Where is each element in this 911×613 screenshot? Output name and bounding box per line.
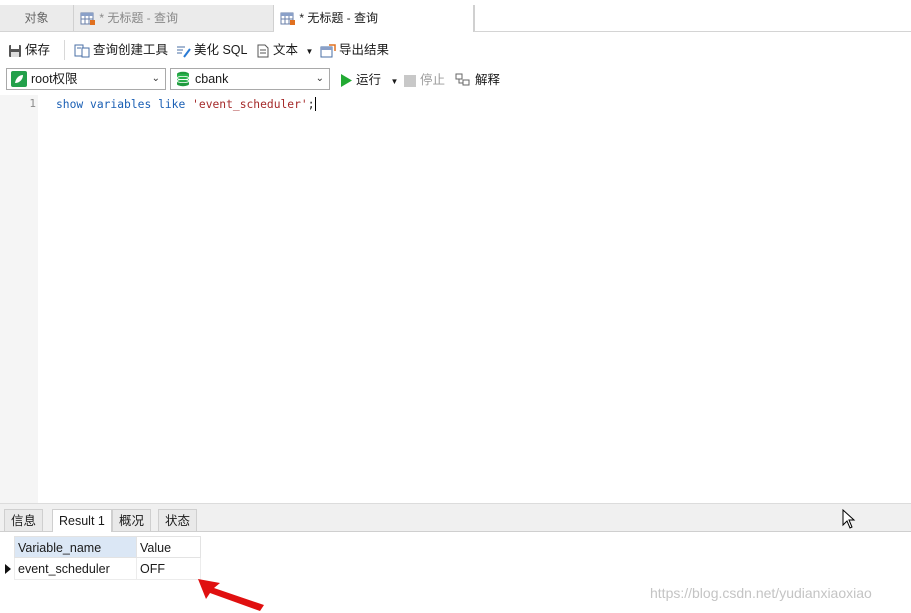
database-select[interactable]: cbank ⌄ bbox=[170, 68, 330, 90]
beautify-sql-button[interactable]: 美化 SQL bbox=[175, 40, 248, 60]
sql-code-line[interactable]: show variables like 'event_scheduler'; bbox=[56, 97, 316, 111]
beautify-brush-icon bbox=[177, 46, 191, 58]
table-cell[interactable]: event_scheduler bbox=[14, 558, 137, 580]
save-button[interactable]: 保存 bbox=[8, 40, 50, 60]
tab-result-1[interactable]: Result 1 bbox=[52, 509, 112, 532]
watermark-text: https://blog.csdn.net/yudianxiaoxiao bbox=[650, 585, 872, 601]
tab-query-untitled-2[interactable]: * 无标题 - 查询 bbox=[274, 5, 474, 32]
tab-label: * 无标题 - 查询 bbox=[299, 11, 379, 25]
export-results-button[interactable]: 导出结果 bbox=[320, 40, 389, 60]
connection-bar: root权限 ⌄ cbank ⌄ 运行 ▼ 停止 解释 bbox=[0, 66, 911, 94]
save-label: 保存 bbox=[25, 43, 51, 57]
tab-label: * 无标题 - 查询 bbox=[99, 11, 179, 25]
connection-value: root权限 bbox=[31, 72, 78, 86]
result-tab-bar: 信息 Result 1 概况 状态 bbox=[0, 507, 911, 532]
toolbar-divider bbox=[64, 40, 65, 60]
mouse-cursor-icon bbox=[842, 509, 856, 529]
connection-select[interactable]: root权限 ⌄ bbox=[6, 68, 166, 90]
database-value: cbank bbox=[195, 72, 229, 86]
annotation-arrow-icon bbox=[198, 579, 264, 611]
table-query-icon bbox=[280, 12, 295, 25]
tab-objects[interactable]: 对象 bbox=[0, 5, 74, 31]
tab-bar-empty-area bbox=[474, 5, 911, 31]
explain-icon bbox=[455, 73, 470, 86]
column-header-value[interactable]: Value bbox=[137, 536, 201, 558]
database-icon bbox=[176, 71, 190, 87]
sql-terminator: ; bbox=[307, 98, 315, 111]
document-tab-bar: 对象 * 无标题 - 查询 * 无标题 - 查询 bbox=[0, 5, 911, 32]
export-results-label: 导出结果 bbox=[339, 43, 390, 57]
chevron-down-icon: ⌄ bbox=[151, 73, 160, 84]
play-icon bbox=[341, 74, 352, 87]
text-menu-button[interactable]: 文本 ▼ bbox=[256, 40, 313, 60]
stop-button[interactable]: 停止 bbox=[404, 71, 445, 89]
current-row-marker-icon bbox=[5, 564, 11, 574]
run-label: 运行 bbox=[356, 73, 382, 87]
table-query-icon bbox=[80, 12, 95, 25]
save-icon bbox=[9, 45, 21, 57]
line-number: 1 bbox=[29, 97, 36, 110]
sql-keyword: show bbox=[56, 98, 84, 111]
stop-label: 停止 bbox=[420, 73, 446, 87]
tab-profile[interactable]: 概况 bbox=[112, 509, 152, 531]
query-builder-button[interactable]: 查询创建工具 bbox=[74, 40, 168, 60]
dropdown-arrow-icon: ▼ bbox=[305, 47, 314, 56]
dropdown-arrow-icon[interactable]: ▼ bbox=[391, 77, 399, 86]
tab-status[interactable]: 状态 bbox=[158, 509, 198, 531]
query-builder-icon bbox=[74, 44, 90, 58]
sql-keyword: variables bbox=[90, 98, 152, 111]
text-menu-label: 文本 bbox=[273, 43, 299, 57]
text-caret bbox=[314, 97, 316, 111]
chevron-down-icon: ⌄ bbox=[315, 73, 324, 84]
sql-keyword: like bbox=[158, 98, 186, 111]
sql-editor[interactable]: 1 show variables like 'event_scheduler'; bbox=[0, 95, 911, 503]
text-document-icon bbox=[257, 44, 269, 58]
connection-leaf-icon bbox=[11, 71, 27, 87]
query-builder-label: 查询创建工具 bbox=[93, 43, 169, 57]
run-button[interactable]: 运行 ▼ bbox=[340, 71, 398, 89]
stop-icon bbox=[404, 75, 416, 87]
line-number-gutter: 1 bbox=[0, 95, 38, 503]
column-header-variable-name[interactable]: Variable_name bbox=[14, 536, 137, 558]
tab-query-untitled-1[interactable]: * 无标题 - 查询 bbox=[74, 5, 274, 31]
query-toolbar: 保存 查询创建工具 美化 SQL 文本 ▼ 导出结果 bbox=[0, 32, 911, 66]
sql-string-literal: 'event_scheduler' bbox=[192, 98, 308, 111]
explain-label: 解释 bbox=[475, 73, 501, 87]
tab-info[interactable]: 信息 bbox=[4, 509, 44, 531]
beautify-sql-label: 美化 SQL bbox=[194, 43, 248, 57]
export-table-icon bbox=[320, 44, 336, 58]
explain-button[interactable]: 解释 bbox=[455, 71, 500, 89]
